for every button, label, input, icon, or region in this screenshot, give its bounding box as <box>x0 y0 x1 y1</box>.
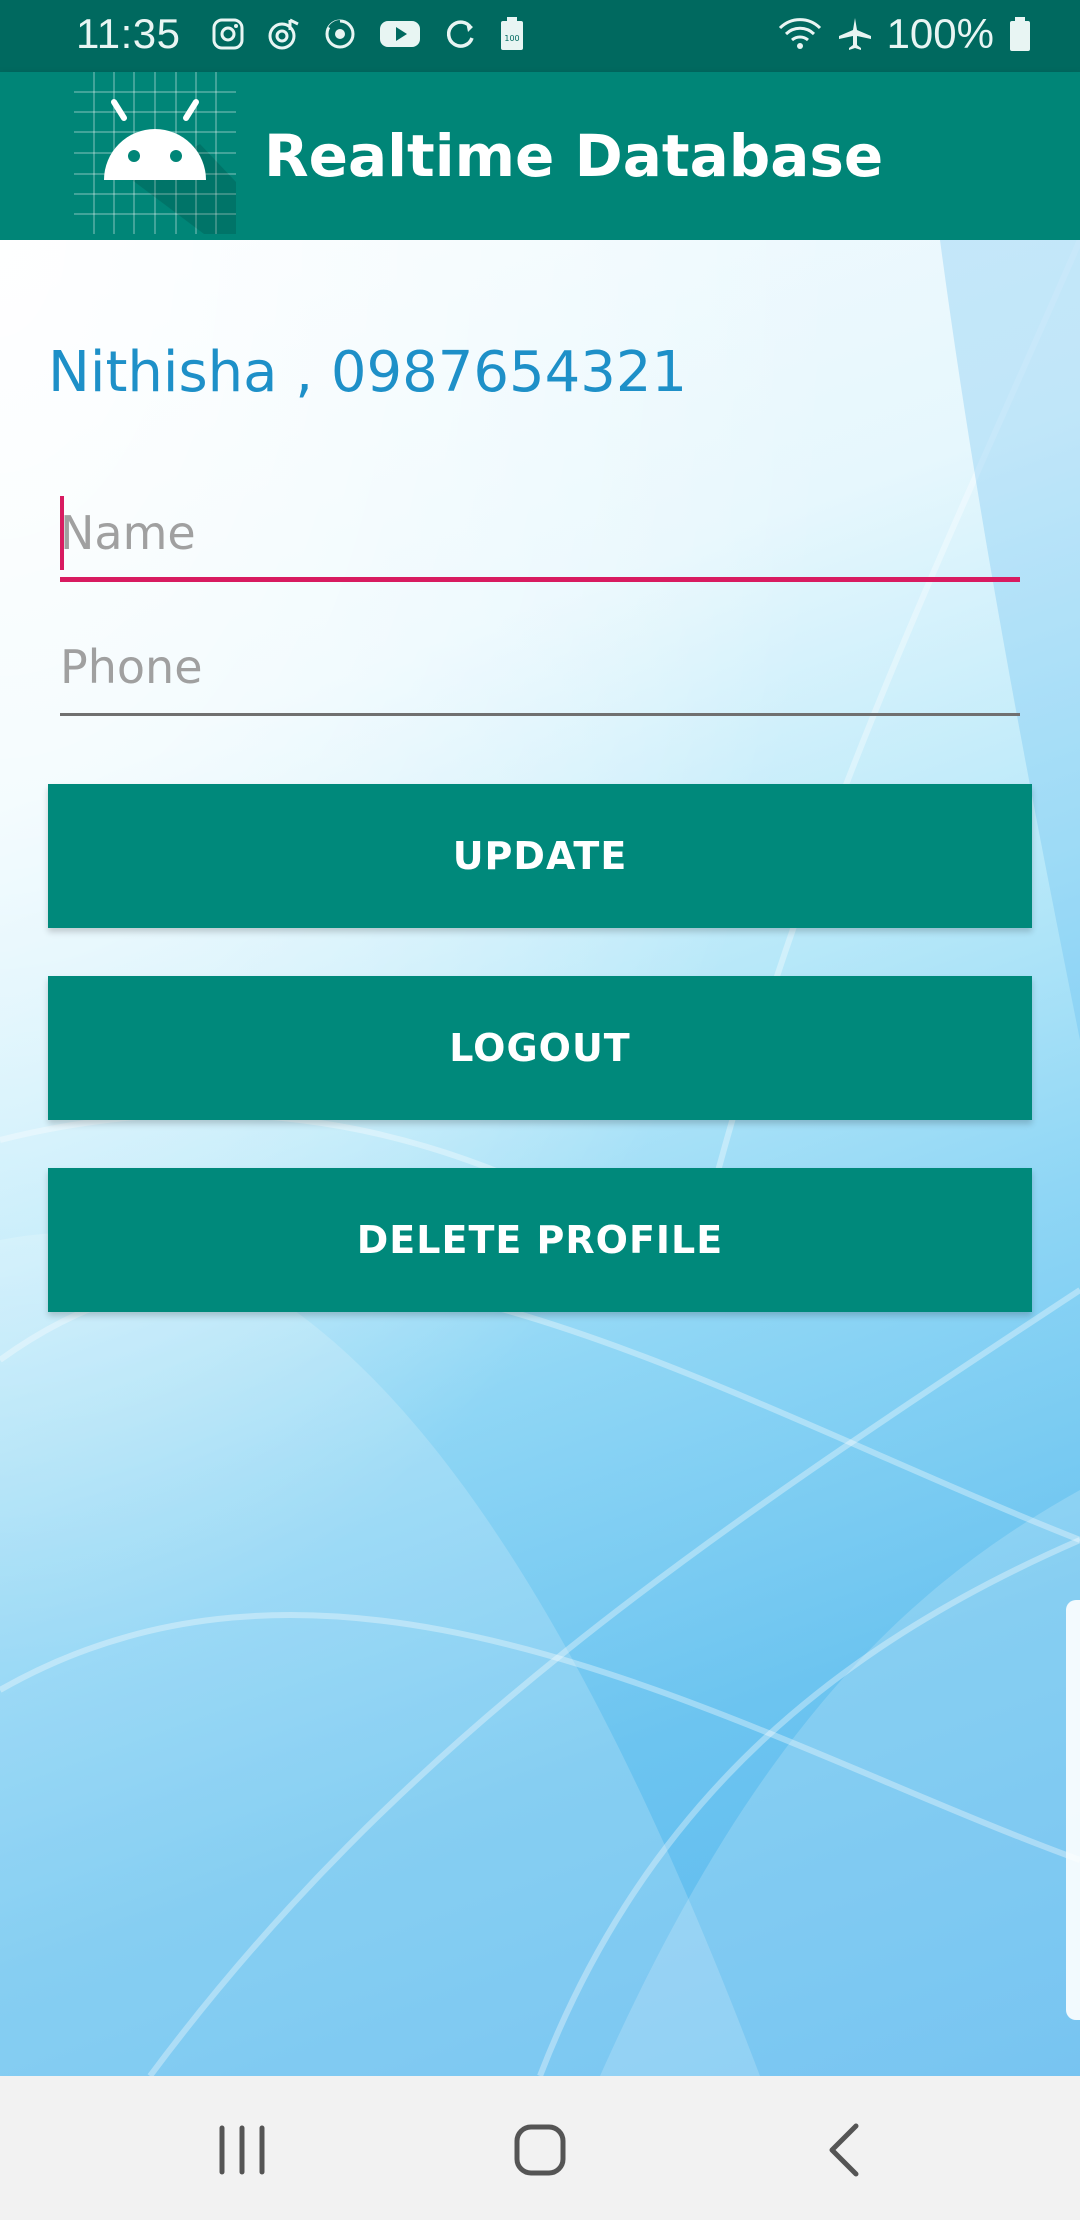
notification-icons: 100 <box>210 16 526 52</box>
home-icon[interactable] <box>510 2120 570 2180</box>
recent-apps-icon[interactable] <box>212 2120 272 2180</box>
delete-profile-button[interactable]: DELETE PROFILE <box>48 1168 1032 1312</box>
sync-app-icon <box>322 16 358 52</box>
youtube-icon <box>378 16 422 52</box>
back-icon[interactable] <box>816 2120 876 2180</box>
battery-icon <box>1008 16 1032 52</box>
app-bar: Realtime Database <box>0 72 1080 240</box>
music-icon <box>266 16 302 52</box>
battery-saver-icon: 100 <box>498 16 526 52</box>
phone-input[interactable] <box>60 626 1020 708</box>
refresh-icon <box>442 16 478 52</box>
battery-percent: 100% <box>886 10 994 57</box>
phone-underline <box>60 713 1020 716</box>
instagram-icon <box>210 16 246 52</box>
user-info-text: Nithisha , 0987654321 <box>48 340 688 405</box>
status-time: 11:35 <box>76 10 181 57</box>
edge-panel-handle[interactable] <box>1066 1600 1080 2020</box>
update-button[interactable]: UPDATE <box>48 784 1032 928</box>
status-bar: 11:35 100 100% <box>0 0 1080 72</box>
logout-button[interactable]: LOGOUT <box>48 976 1032 1120</box>
text-cursor <box>60 496 64 570</box>
app-title: Realtime Database <box>264 122 884 190</box>
android-icon <box>74 72 236 234</box>
wifi-icon <box>777 16 823 52</box>
airplane-mode-icon <box>837 16 873 52</box>
svg-text:100: 100 <box>504 34 519 43</box>
name-underline <box>60 577 1020 582</box>
name-field-container <box>60 492 1020 582</box>
main-content: Nithisha , 0987654321 UPDATE LOGOUT DELE… <box>0 240 1080 2076</box>
name-input[interactable] <box>60 492 1020 574</box>
phone-field-container <box>60 626 1020 716</box>
navigation-bar <box>0 2076 1080 2220</box>
system-status-icons: 100% <box>777 10 1032 58</box>
